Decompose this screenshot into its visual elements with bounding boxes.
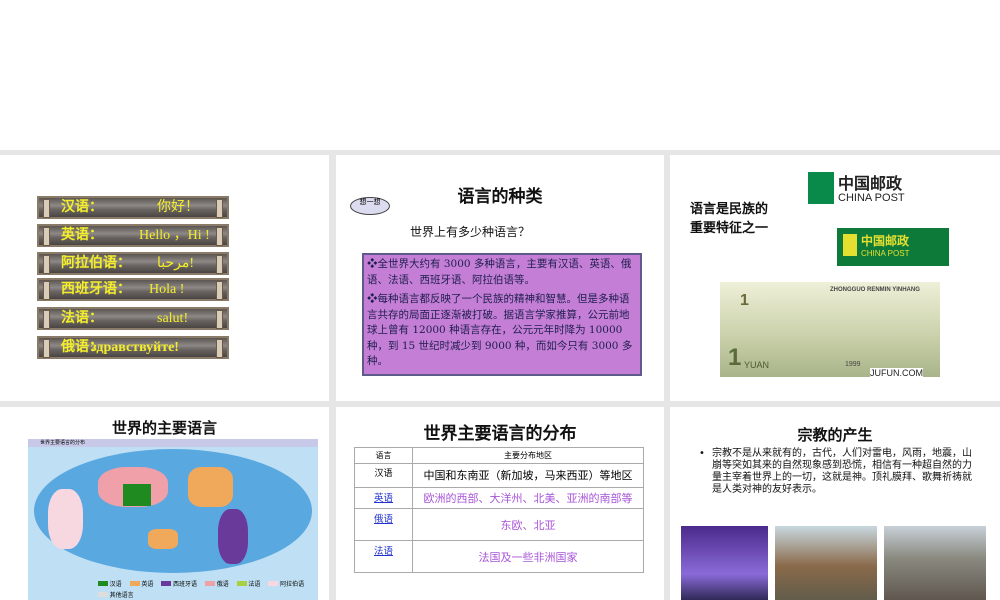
paragraph: ❖每种语言都反映了一个民族的精神和智慧。但是多种语言共存的局面正逐渐被打破。据语… [367,293,633,367]
greeting-row: 阿拉伯语： مرحبا! [37,252,229,275]
thought-cloud-icon: 想一想 [350,197,390,215]
legend-item: 英语 [129,579,153,588]
logo-text: 中国邮政 [861,234,910,248]
legend-item: 俄语 [205,579,229,588]
map-title: 世界主要语言的分布 [28,439,318,447]
slide-greetings[interactable]: 汉语： 你好！ 英语： Hello ，Hi ! 阿拉伯语： مرحبا! 西班牙语： H… [0,155,329,401]
legend-item: 阿拉伯语 [268,579,304,588]
table-row: 汉语 中国和东南亚（新加坡，马来西亚）等地区 [354,463,644,488]
slide-title: 世界的主要语言 [111,419,217,437]
link-russian[interactable]: 俄语 [374,514,393,525]
legend-item: 其他语言 [98,590,134,599]
logo-text: CHINA POST [838,192,905,204]
link-french[interactable]: 法语 [374,546,393,557]
bullet-icon: • [699,448,705,459]
greeting-text: Hello ，Hi ! [139,228,210,243]
post-emblem-icon [843,234,857,256]
greeting-text: Hola ! [149,282,185,297]
flood-photo [884,526,986,600]
note-text: YUAN [744,360,770,370]
table-row: 俄语 东欧、北亚 [354,508,644,541]
map-region-spanish [218,509,248,564]
map-region-english [148,529,178,549]
lang-label: 法语： [61,310,103,326]
blank-top-area [0,0,1000,150]
link-english[interactable]: 英语 [374,493,393,504]
slide-title: 世界主要语言的分布 [423,424,577,444]
text-line: 语言是民族的 [690,202,769,217]
slide-national-feature[interactable]: 语言是民族的 重要特征之一 中国邮政 CHINA POST 中国邮政 CHINA … [670,155,1000,401]
world-language-map: 世界主要语言的分布 汉语 英语 西班牙语 俄语 法语 阿拉伯语 其他语言 [28,439,318,600]
greeting-row: 俄语： здравствуйте! [37,336,229,359]
question: 世界上有多少种语言？ [410,225,531,239]
info-box: ❖全世界大约有 3000 多种语言，主要有汉语、英语、俄语、法语、西班牙语、阿拉… [362,253,642,376]
greeting-text: 你好！ [157,200,199,215]
note-text: 1 [740,292,749,309]
greeting-row: 汉语： 你好！ [37,196,229,219]
greeting-text: salut! [157,311,189,326]
logo-text: CHINA POST [861,249,910,258]
legend-item: 西班牙语 [161,579,197,588]
table-header: 语言 [354,447,413,464]
table-row: 法语 法国及一些非洲国家 [354,540,644,573]
slide-language-distribution[interactable]: 世界主要语言的分布 语言 主要分布地区 汉语 中国和东南亚（新加坡，马来西亚）等地区… [336,407,664,600]
lang-label: 汉语： [61,199,103,215]
map-region-english [188,467,233,507]
table-header: 主要分布地区 [412,447,644,464]
watermark: JUFUN.COM [870,368,923,378]
note-text: 1 [728,344,742,371]
earthquake-photo [775,526,877,600]
table-row: 英语 欧洲的西部、大洋州、北美、亚洲的南部等 [354,487,644,509]
slide-text: 语言是民族的 重要特征之一 [690,200,768,238]
slide-title: 宗教的产生 [797,426,873,444]
bullet-text: • 宗教不是从来就有的，古代，人们对雷电，风雨，地震，山崩等突如其来的自然现象感到… [699,448,972,496]
map-legend: 汉语 英语 西班牙语 俄语 法语 阿拉伯语 其他语言 [98,579,308,599]
lang-label: 西班牙语： [61,281,131,297]
logo-text: 中国邮政 [838,176,903,193]
note-text: ZHONGGUO RENMIN YINHANG [830,287,920,293]
banknote-image: ZHONGGUO RENMIN YINHANG 1 1 YUAN 1999 JU… [720,282,940,378]
china-post-logo-green: 中国邮政 CHINA POST [837,228,949,266]
greeting-text: здравствуйте! [91,340,179,355]
legend-item: 法语 [236,579,260,588]
post-emblem-icon [808,172,834,204]
note-text: 1999 [845,361,861,368]
slide-language-types[interactable]: 语言的种类 想一想 世界上有多少种语言？ ❖全世界大约有 3000 多种语言，主… [336,155,664,401]
greeting-row: 英语： Hello ，Hi ! [37,224,229,247]
map-region-chinese [123,484,151,506]
lang-label: 阿拉伯语： [61,255,131,271]
legend-item: 汉语 [98,579,122,588]
lightning-photo [681,526,768,600]
greeting-row: 法语： salut! [37,307,229,330]
paragraph: ❖全世界大约有 3000 多种语言，主要有汉语、英语、俄语、法语、西班牙语、阿拉… [367,258,632,286]
slide-world-languages[interactable]: 世界的主要语言 世界主要语言的分布 汉语 英语 西班牙语 俄语 法语 阿拉伯语 … [0,407,329,600]
greeting-row: 西班牙语： Hola ! [37,278,229,301]
text-line: 重要特征之一 [690,221,769,236]
map-region-arabic [48,489,83,549]
lang-label: 英语： [61,227,103,243]
bullet-content: 宗教不是从来就有的，古代，人们对雷电，风雨，地震，山崩等突如其来的自然现象感到恐… [712,448,972,495]
distribution-table: 语言 主要分布地区 汉语 中国和东南亚（新加坡，马来西亚）等地区 英语 欧洲的西部、大… [354,447,644,573]
china-post-logo: 中国邮政 CHINA POST [808,170,968,208]
slide-religion-origin[interactable]: 宗教的产生 • 宗教不是从来就有的，古代，人们对雷电，风雨，地震，山崩等突如其来的… [670,407,1000,600]
greeting-text: مرحبا! [157,256,195,271]
